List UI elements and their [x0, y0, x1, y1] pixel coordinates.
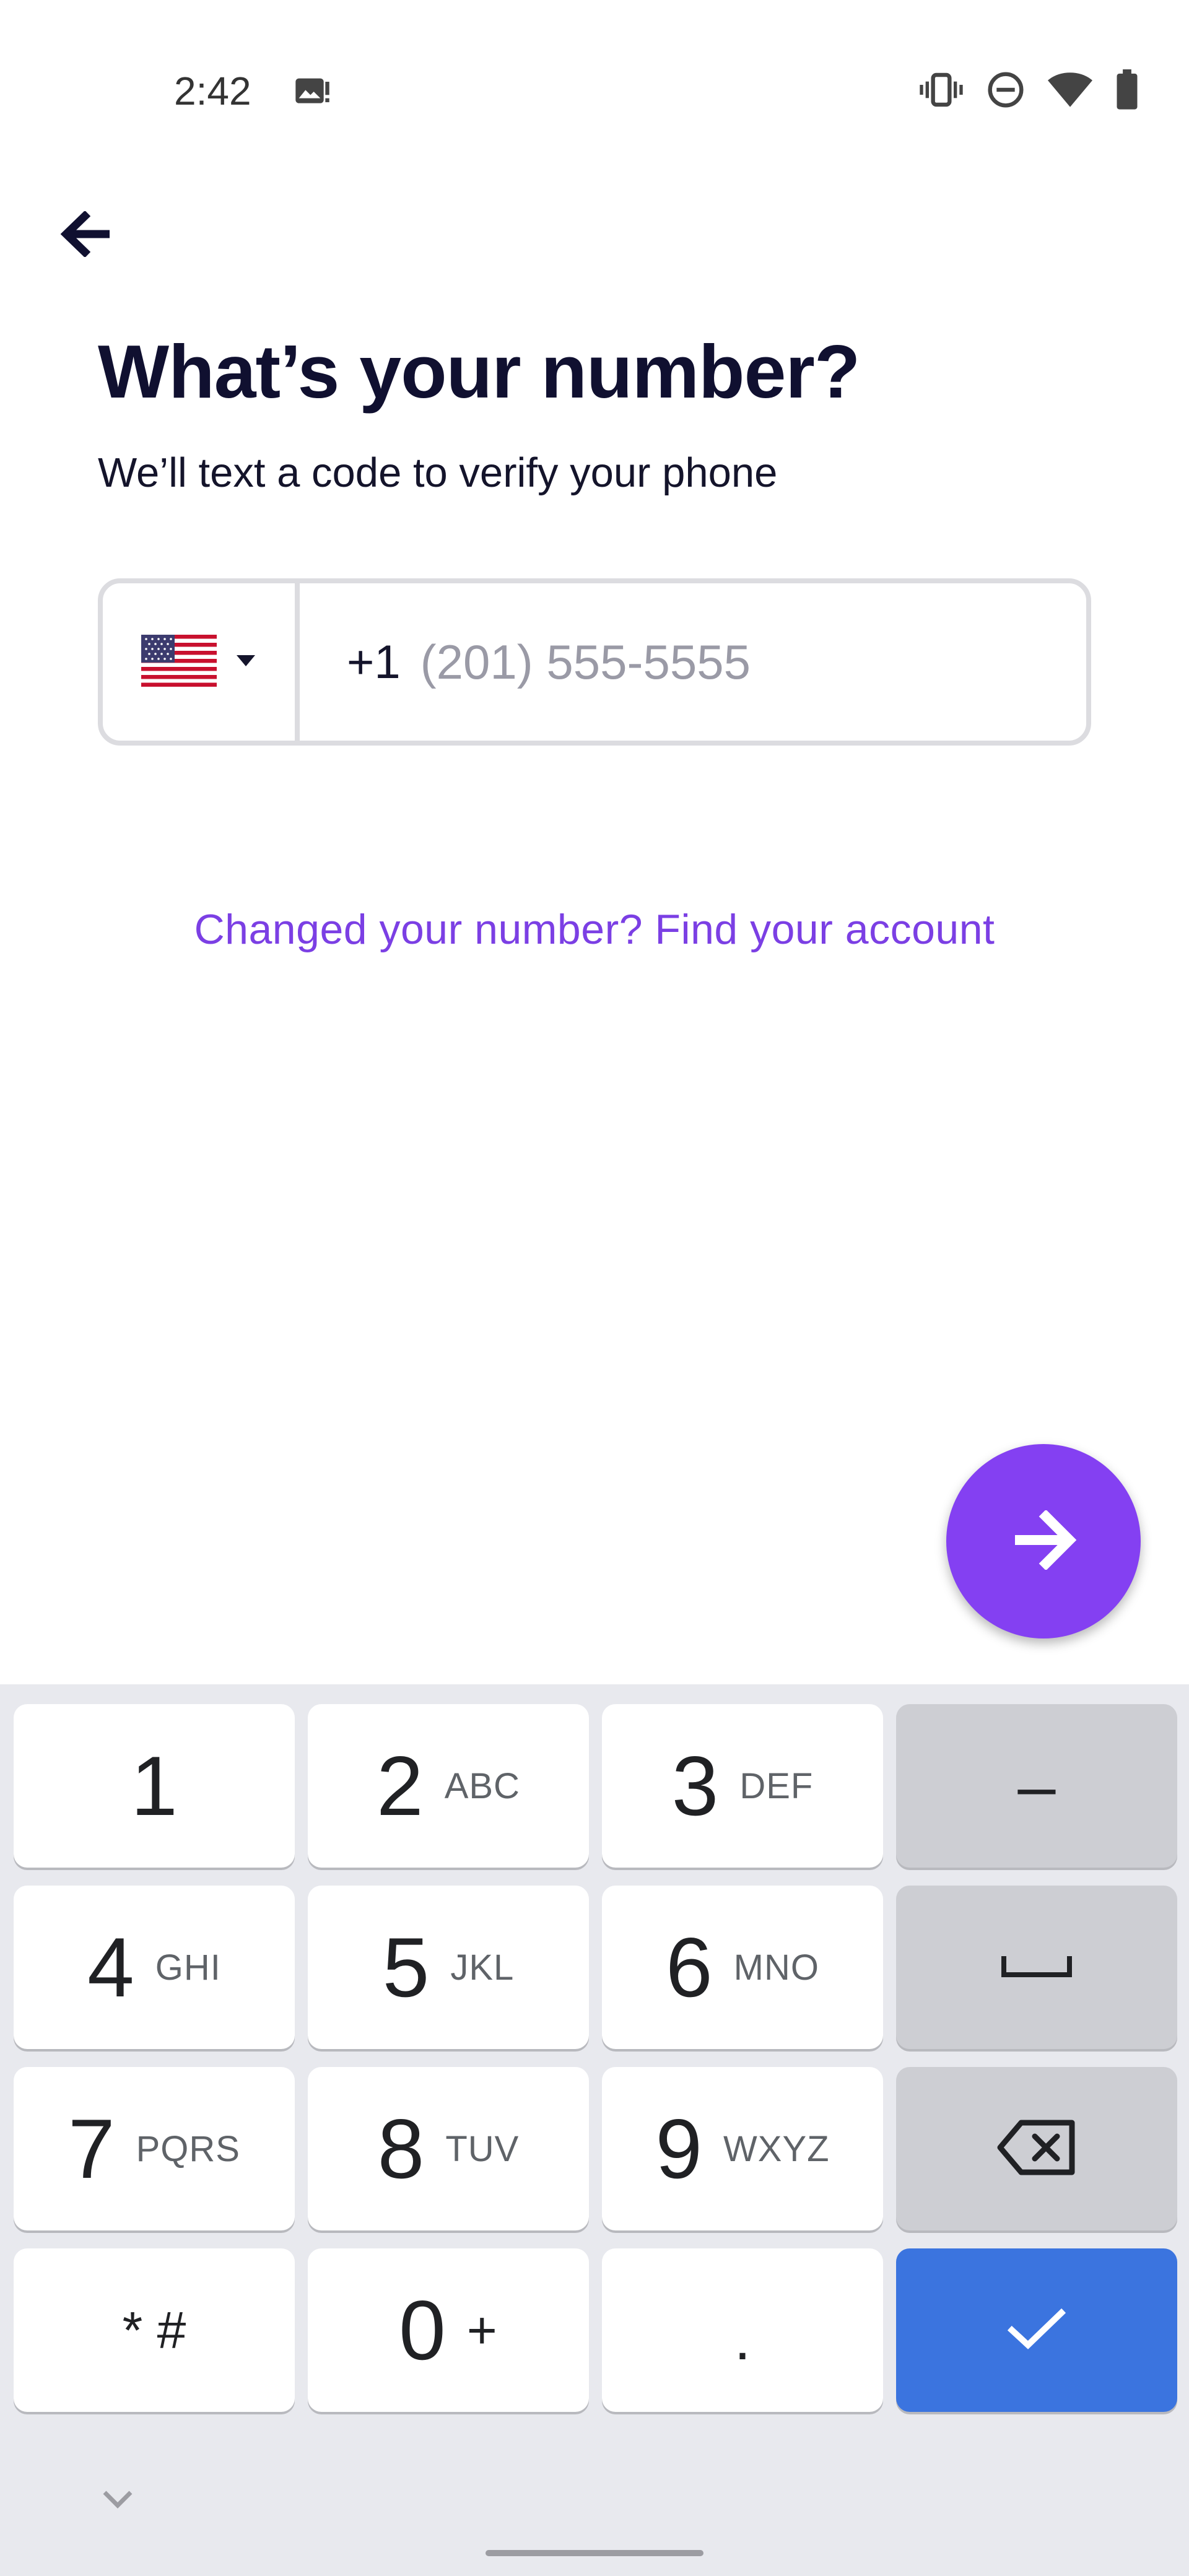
status-time: 2:42 — [174, 69, 251, 113]
battery-icon — [1115, 69, 1139, 110]
chevron-down-icon — [101, 2489, 134, 2513]
key-label: 7 — [68, 2102, 115, 2196]
us-flag-icon — [141, 634, 217, 690]
key-label: * # — [122, 2300, 186, 2359]
wifi-icon — [1048, 70, 1092, 110]
page-title: What’s your number? — [98, 329, 860, 414]
key-7[interactable]: 7 PQRS — [14, 2067, 295, 2230]
key-label: . — [734, 2306, 751, 2372]
key-1[interactable]: 1 — [14, 1704, 295, 1868]
key-4[interactable]: 4 GHI — [14, 1886, 295, 2049]
home-indicator[interactable] — [486, 2550, 703, 2556]
key-label: 1 — [131, 1739, 178, 1833]
checkmark-icon — [1007, 2307, 1066, 2354]
arrow-right-icon — [1009, 1509, 1078, 1573]
key-letters: JKL — [450, 1947, 515, 1988]
key-8[interactable]: 8 TUV — [308, 2067, 589, 2230]
key-0[interactable]: 0 + — [308, 2248, 589, 2412]
key-letters: WXYZ — [723, 2128, 830, 2169]
next-button[interactable] — [946, 1444, 1141, 1638]
image-notification-icon — [292, 72, 332, 111]
key-letters: MNO — [733, 1947, 819, 1988]
key-letters: GHI — [155, 1947, 221, 1988]
arrow-left-icon — [60, 210, 113, 260]
key-enter[interactable] — [896, 2248, 1177, 2412]
country-selector[interactable] — [103, 583, 300, 741]
key-label: – — [1017, 1747, 1056, 1824]
key-label: 5 — [382, 1920, 430, 2014]
key-label: 4 — [87, 1920, 134, 2014]
status-icons — [919, 69, 1139, 110]
key-3[interactable]: 3 DEF — [602, 1704, 883, 1868]
find-account-link[interactable]: Changed your number? Find your account — [0, 905, 1189, 954]
key-period[interactable]: . — [602, 2248, 883, 2412]
key-label: 9 — [655, 2102, 703, 2196]
key-2[interactable]: 2 ABC — [308, 1704, 589, 1868]
numeric-keyboard: 1 2 ABC 3 DEF – 4 GHI 5 JKL 6 MNO 7 PQRS… — [0, 1684, 1189, 2576]
key-9[interactable]: 9 WXYZ — [602, 2067, 883, 2230]
key-letters: ABC — [444, 1765, 520, 1806]
phone-input-area: +1 — [300, 583, 1086, 741]
key-5[interactable]: 5 JKL — [308, 1886, 589, 2049]
key-letters: TUV — [445, 2128, 520, 2169]
key-label: 8 — [377, 2102, 425, 2196]
page-subtitle: We’ll text a code to verify your phone — [98, 450, 778, 496]
country-code: +1 — [347, 635, 401, 689]
do-not-disturb-icon — [986, 70, 1026, 110]
key-letters: DEF — [739, 1765, 814, 1806]
key-label: 6 — [666, 1920, 713, 2014]
keyboard-collapse-button[interactable] — [93, 2476, 142, 2525]
key-dash[interactable]: – — [896, 1704, 1177, 1868]
phone-number-field: +1 — [98, 578, 1091, 746]
key-label: 3 — [671, 1739, 719, 1833]
space-icon — [1000, 1952, 1073, 1983]
key-star-hash[interactable]: * # — [14, 2248, 295, 2412]
phone-number-input[interactable] — [419, 633, 977, 691]
back-button[interactable] — [56, 204, 118, 266]
key-label: 2 — [377, 1739, 424, 1833]
key-space[interactable] — [896, 1886, 1177, 2049]
key-backspace[interactable] — [896, 2067, 1177, 2230]
caret-down-icon — [235, 654, 256, 671]
key-letters: PQRS — [136, 2128, 240, 2169]
key-label: 0 — [399, 2283, 446, 2377]
phone-verification-screen: 2:42 What’s your number? We’ll text a co… — [0, 0, 1189, 2576]
status-bar: 2:42 — [0, 0, 1189, 186]
vibrate-icon — [919, 70, 964, 110]
key-letters: + — [466, 2300, 498, 2359]
key-6[interactable]: 6 MNO — [602, 1886, 883, 2049]
backspace-icon — [996, 2119, 1077, 2179]
